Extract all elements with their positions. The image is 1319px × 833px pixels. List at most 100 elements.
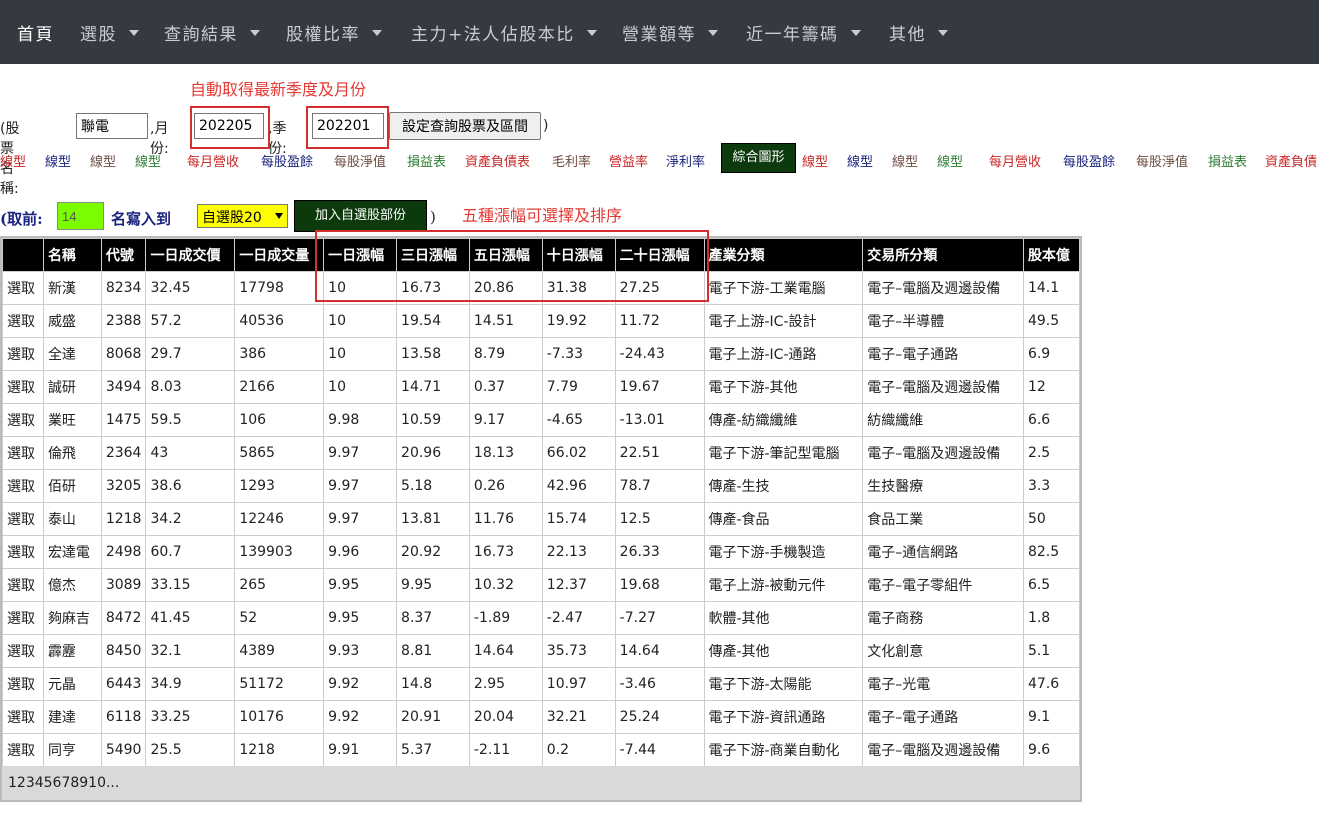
link-gross-margin[interactable]: 毛利率 xyxy=(552,151,591,170)
nav-item-revenue[interactable]: 營業額等 xyxy=(622,20,718,46)
cell-industry: 傳產-生技 xyxy=(703,469,864,503)
cell-volume: 265 xyxy=(234,568,325,602)
watchlist-select[interactable]: 自選股20 xyxy=(197,204,288,228)
stock-name-input[interactable] xyxy=(76,113,148,139)
cell-code: 6118 xyxy=(100,700,147,734)
select-link[interactable]: 選取 xyxy=(2,337,44,371)
cell-gain-5d: 20.86 xyxy=(468,271,543,305)
cell-volume: 1293 xyxy=(234,469,325,503)
link-income-statement[interactable]: 損益表 xyxy=(407,151,446,170)
select-link[interactable]: 選取 xyxy=(2,271,44,305)
combo-chart-button[interactable]: 綜合圖形 xyxy=(721,143,796,173)
select-link[interactable]: 選取 xyxy=(2,304,44,338)
link-line-chart[interactable]: 線型 xyxy=(802,151,828,170)
cell-gain-10d: 7.79 xyxy=(541,370,616,404)
cell-price: 29.7 xyxy=(145,337,236,371)
annotation-auto-fetch: 自動取得最新季度及月份 xyxy=(190,80,367,99)
nav-item-stock-pick[interactable]: 選股 xyxy=(80,20,139,46)
top-n-input[interactable] xyxy=(57,202,104,230)
close-paren: ) xyxy=(543,118,549,134)
column-header-gain-10d[interactable]: 十日漲幅 xyxy=(541,238,616,272)
link-line-chart[interactable]: 線型 xyxy=(937,151,963,170)
add-to-watchlist-button[interactable]: 加入自選股部份 xyxy=(294,200,427,232)
cell-capital: 14.1 xyxy=(1022,271,1081,305)
set-query-button[interactable]: 設定查詢股票及區間 xyxy=(389,112,541,140)
select-link[interactable]: 選取 xyxy=(2,601,44,635)
cell-capital: 50 xyxy=(1022,502,1081,536)
cell-exchange-category: 電子–半導體 xyxy=(862,304,1024,338)
cell-volume: 40536 xyxy=(234,304,325,338)
select-link[interactable]: 選取 xyxy=(2,502,44,536)
cell-gain-5d: 20.04 xyxy=(468,700,543,734)
link-line-chart[interactable]: 線型 xyxy=(0,151,26,170)
select-link[interactable]: 選取 xyxy=(2,634,44,668)
table-row: 選取 夠麻吉 8472 41.45 52 9.95 8.37 -1.89 -2.47 -7.27 軟… xyxy=(2,601,1081,635)
link-income-statement[interactable]: 損益表 xyxy=(1208,151,1247,170)
link-line-chart[interactable]: 線型 xyxy=(892,151,918,170)
cell-price: 57.2 xyxy=(145,304,236,338)
nav-home[interactable]: 首頁 xyxy=(17,20,54,46)
results-table: 名稱 代號 一日成交價 一日成交量 一日漲幅 三日漲幅 五日漲幅 十日漲幅 二十日漲幅 產業分類交… xyxy=(2,238,1081,767)
watchlist-select-value: 自選股20 xyxy=(202,210,262,226)
select-link[interactable]: 選取 xyxy=(2,700,44,734)
cell-gain-10d: 0.2 xyxy=(541,733,616,767)
link-operating-margin[interactable]: 營益率 xyxy=(609,151,648,170)
column-header-select xyxy=(2,238,44,272)
cell-capital: 3.3 xyxy=(1022,469,1081,503)
nav-item-equity-ratio[interactable]: 股權比率 xyxy=(286,20,382,46)
column-header-gain-3d[interactable]: 三日漲幅 xyxy=(396,238,470,272)
cell-gain-1d: 10 xyxy=(323,370,398,404)
select-link[interactable]: 選取 xyxy=(2,568,44,602)
cell-gain-1d: 9.98 xyxy=(323,403,398,437)
pagination[interactable]: 12345678910... xyxy=(2,766,1080,800)
link-line-chart[interactable]: 線型 xyxy=(135,151,161,170)
link-monthly-revenue[interactable]: 每月營收 xyxy=(187,151,239,170)
link-balance-sheet[interactable]: 資產負債表 xyxy=(465,151,530,170)
cell-gain-1d: 9.97 xyxy=(323,436,398,470)
select-link[interactable]: 選取 xyxy=(2,535,44,569)
select-link[interactable]: 選取 xyxy=(2,403,44,437)
column-header-gain-5d[interactable]: 五日漲幅 xyxy=(468,238,543,272)
select-link[interactable]: 選取 xyxy=(2,370,44,404)
nav-item-institutional-ratio[interactable]: 主力+法人佔股本比 xyxy=(411,20,597,46)
nav-item-chips[interactable]: 近一年籌碼 xyxy=(746,20,861,46)
link-monthly-revenue[interactable]: 每月營收 xyxy=(989,151,1041,170)
column-header-gain-20d[interactable]: 二十日漲幅 xyxy=(614,238,705,272)
table-row: 選取 元晶 6443 34.9 51172 9.92 14.8 2.95 10.97 -3.46 電… xyxy=(2,667,1081,701)
month-input[interactable] xyxy=(194,113,264,139)
link-net-margin[interactable]: 淨利率 xyxy=(666,151,705,170)
column-header-gain-1d[interactable]: 一日漲幅 xyxy=(323,238,398,272)
cell-gain-20d: -7.44 xyxy=(614,733,705,767)
cell-gain-3d: 20.92 xyxy=(396,535,470,569)
link-eps[interactable]: 每股盈餘 xyxy=(1063,151,1115,170)
cell-exchange-category: 電子–電腦及週邊設備 xyxy=(862,436,1024,470)
link-line-chart[interactable]: 線型 xyxy=(847,151,873,170)
link-balance-sheet[interactable]: 資產負債 xyxy=(1265,151,1317,170)
cell-gain-5d: 18.13 xyxy=(468,436,543,470)
cell-industry: 電子上游-被動元件 xyxy=(703,568,864,602)
link-nav-per-share[interactable]: 每股淨值 xyxy=(334,151,386,170)
nav-item-other[interactable]: 其他 xyxy=(889,20,948,46)
link-line-chart[interactable]: 線型 xyxy=(90,151,116,170)
nav-item-query-results[interactable]: 查詢結果 xyxy=(164,20,260,46)
cell-volume: 386 xyxy=(234,337,325,371)
season-input[interactable] xyxy=(312,113,384,139)
cell-volume: 5865 xyxy=(234,436,325,470)
link-line-chart[interactable]: 線型 xyxy=(45,151,71,170)
link-nav-per-share[interactable]: 每股淨值 xyxy=(1136,151,1188,170)
select-link[interactable]: 選取 xyxy=(2,469,44,503)
cell-exchange-category: 電子商務 xyxy=(862,601,1024,635)
cell-gain-20d: -7.27 xyxy=(614,601,705,635)
cell-gain-3d: 20.96 xyxy=(396,436,470,470)
link-eps[interactable]: 每股盈餘 xyxy=(261,151,313,170)
cell-capital: 47.6 xyxy=(1022,667,1081,701)
cell-volume: 51172 xyxy=(234,667,325,701)
select-link[interactable]: 選取 xyxy=(2,436,44,470)
chart-links-row: 線型 線型 線型 線型 每月營收 每股盈餘 每股淨值 損益表 資產負債表 毛利率… xyxy=(0,148,1319,174)
select-link[interactable]: 選取 xyxy=(2,667,44,701)
cell-capital: 49.5 xyxy=(1022,304,1081,338)
cell-gain-20d: -3.46 xyxy=(614,667,705,701)
cell-capital: 82.5 xyxy=(1022,535,1081,569)
cell-code: 5490 xyxy=(100,733,147,767)
select-link[interactable]: 選取 xyxy=(2,733,44,767)
